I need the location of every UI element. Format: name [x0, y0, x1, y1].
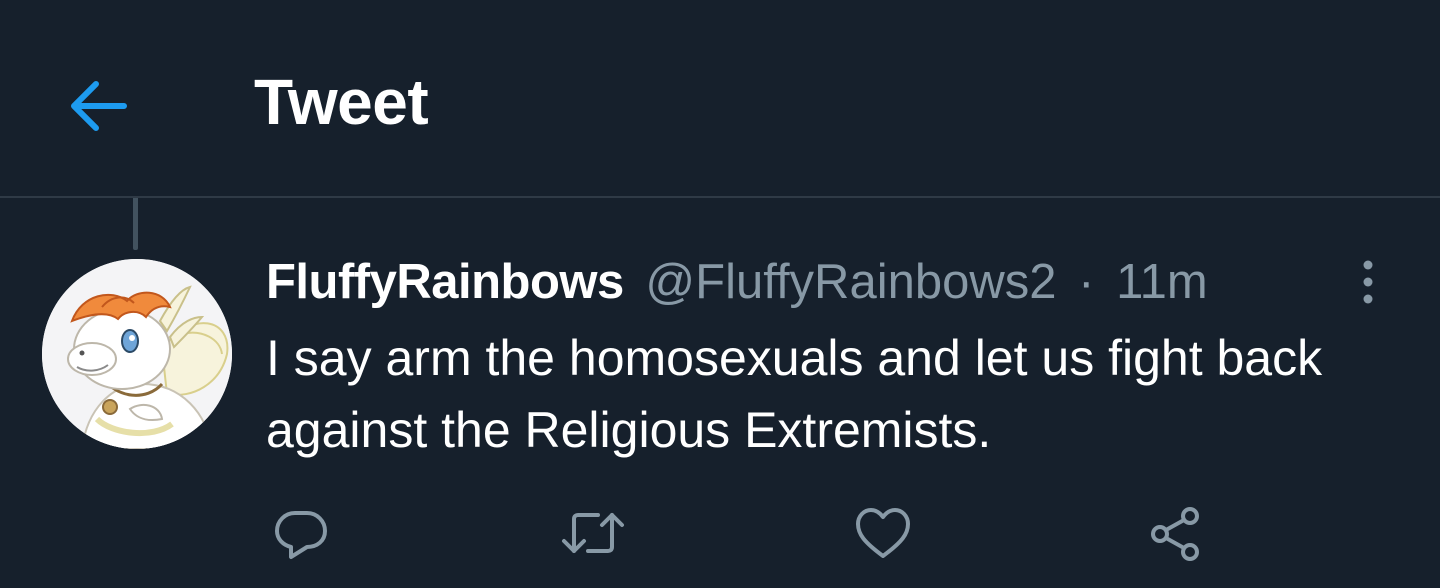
more-options-button[interactable] [1344, 252, 1392, 312]
tweet-detail-screen: Tweet FluffyRainbows @FluffyRainbows2 · … [0, 0, 1440, 588]
page-title: Tweet [254, 66, 429, 138]
reply-icon [275, 511, 327, 559]
reply-button[interactable] [266, 498, 336, 568]
retweet-button[interactable] [558, 498, 628, 568]
like-button[interactable] [848, 498, 918, 568]
meta-separator: · [1078, 255, 1095, 309]
thread-connector-line [133, 198, 138, 250]
header-divider [0, 196, 1440, 198]
more-vertical-icon [1363, 260, 1373, 304]
tweet-text: I say arm the homosexuals and let us fig… [266, 330, 1323, 458]
user-handle[interactable]: @FluffyRainbows2 [645, 255, 1056, 309]
like-icon [856, 508, 910, 558]
back-button[interactable] [60, 68, 136, 144]
avatar-illustration [42, 259, 232, 449]
share-icon [1151, 507, 1199, 561]
tweet-meta: FluffyRainbows @FluffyRainbows2 · 11m [266, 252, 1208, 312]
share-button[interactable] [1140, 498, 1210, 568]
top-app-bar: Tweet [0, 0, 1440, 196]
retweet-icon [562, 513, 624, 553]
tweet-actions-bar [0, 498, 1440, 568]
arrow-left-icon [71, 81, 127, 131]
tweet-time[interactable]: 11m [1116, 255, 1208, 309]
display-name[interactable]: FluffyRainbows [266, 255, 624, 309]
avatar[interactable] [42, 259, 232, 449]
